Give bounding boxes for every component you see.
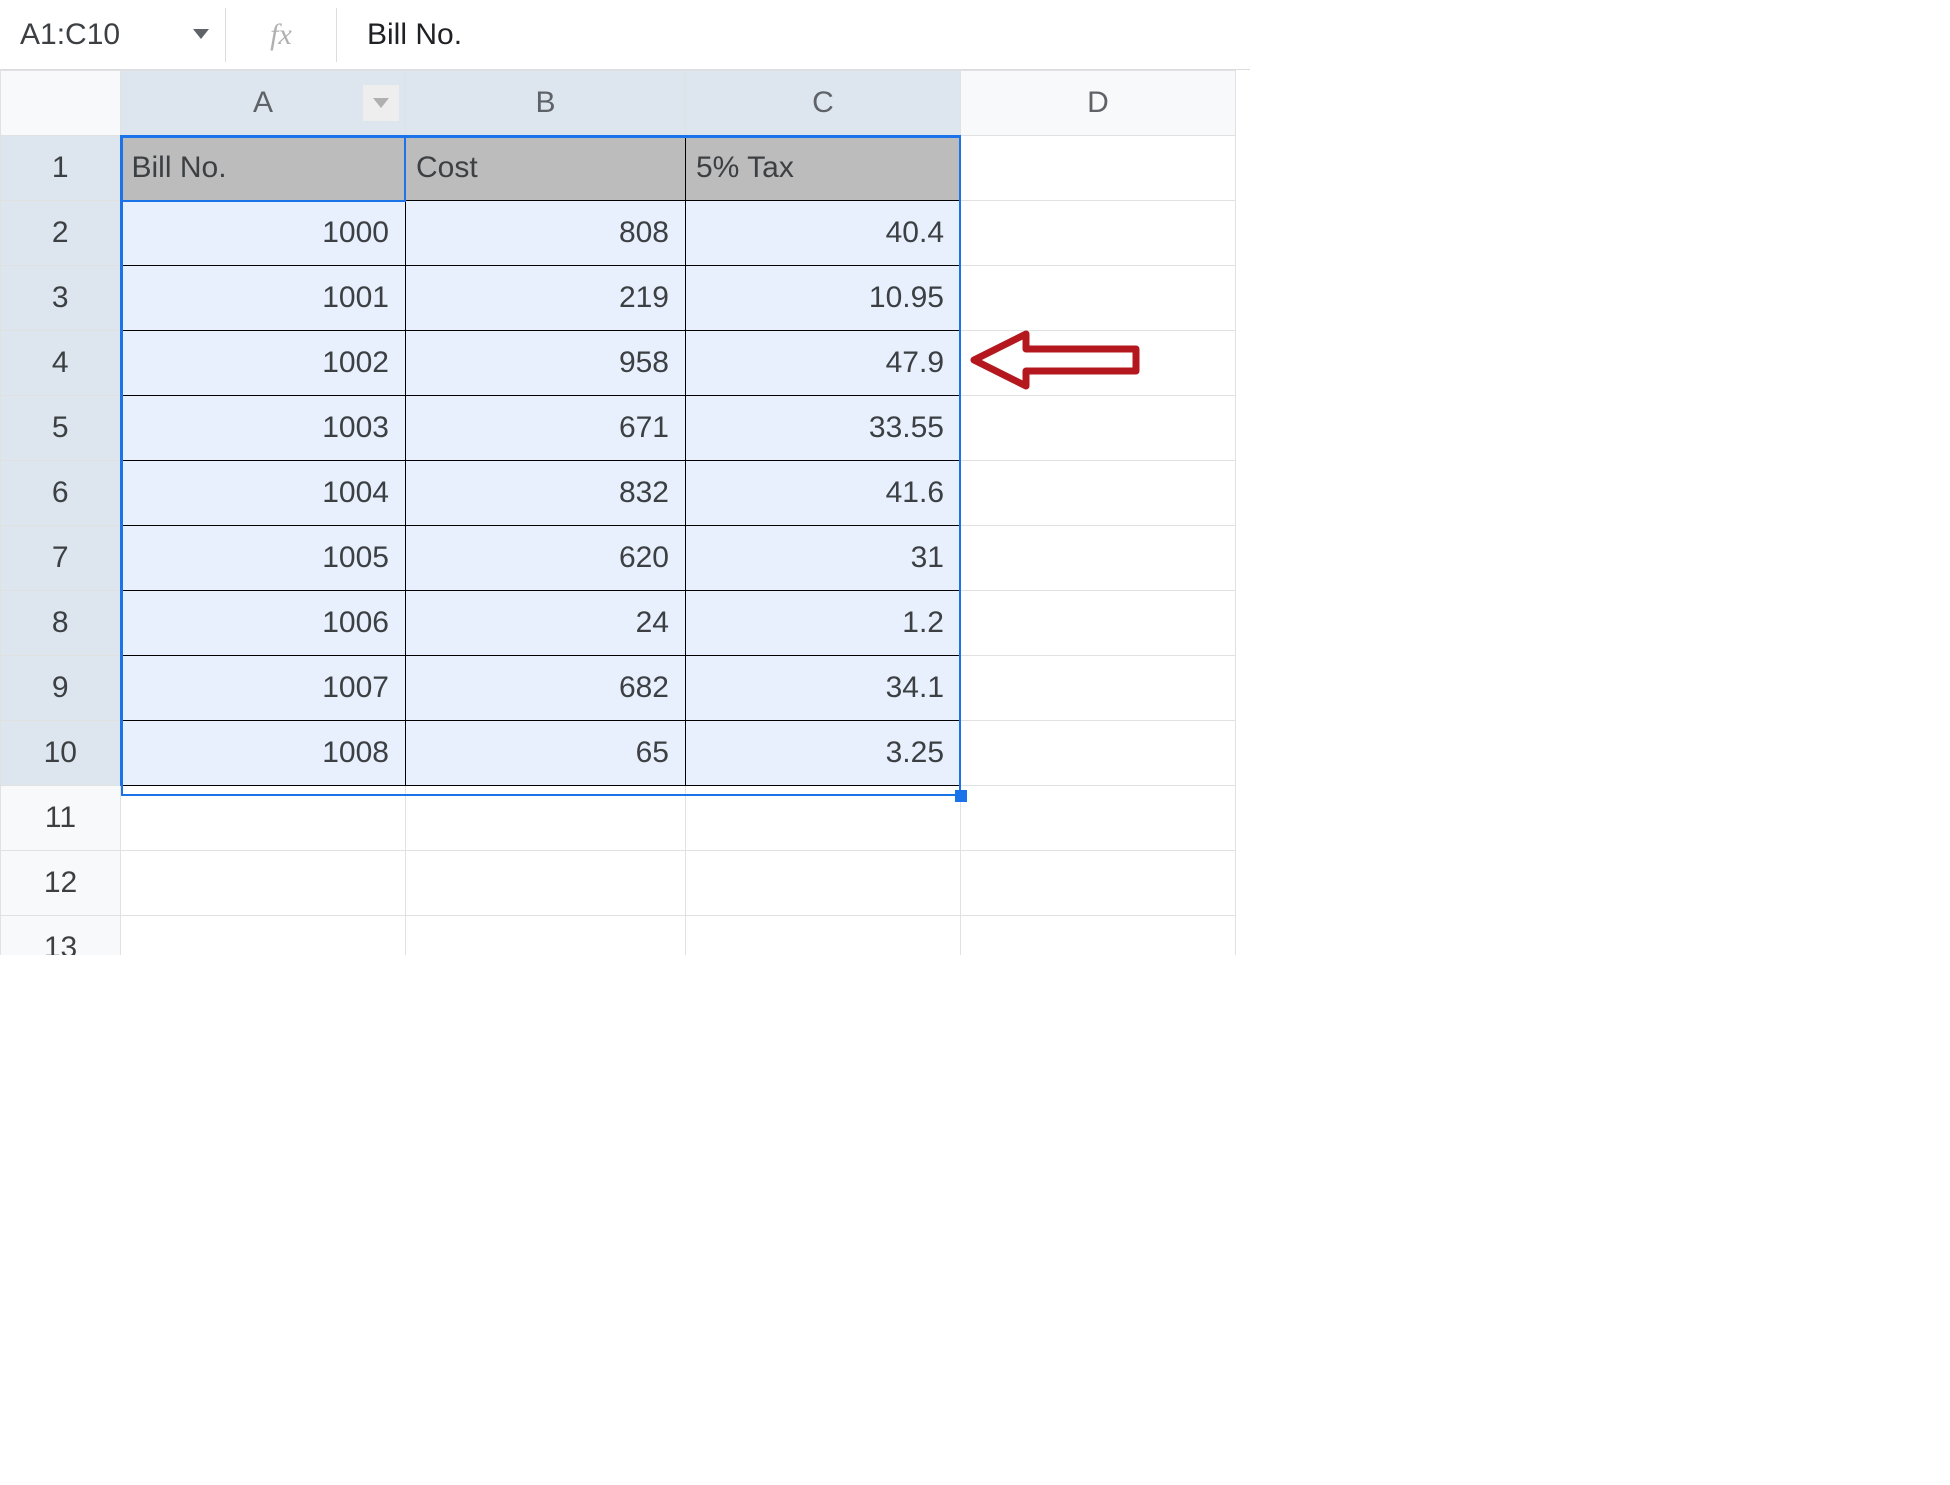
cell-D8[interactable]	[961, 591, 1236, 656]
cell-B13[interactable]	[406, 916, 686, 956]
cell-A9[interactable]: 1007	[121, 656, 406, 721]
filter-icon[interactable]	[363, 85, 399, 121]
row-header-12[interactable]: 12	[1, 851, 121, 916]
col-header-A[interactable]: A	[121, 71, 406, 136]
formula-input[interactable]: Bill No.	[337, 0, 1250, 69]
formula-bar: fx Bill No.	[0, 0, 1250, 70]
row-header-5[interactable]: 5	[1, 396, 121, 461]
row-header-9[interactable]: 9	[1, 656, 121, 721]
cell-A10[interactable]: 1008	[121, 721, 406, 786]
fx-icon: fx	[226, 18, 336, 52]
name-box[interactable]	[0, 0, 225, 69]
cell-D5[interactable]	[961, 396, 1236, 461]
cell-D9[interactable]	[961, 656, 1236, 721]
cell-B9[interactable]: 682	[406, 656, 686, 721]
cell-C6[interactable]: 41.6	[686, 461, 961, 526]
cell-D13[interactable]	[961, 916, 1236, 956]
cell-D2[interactable]	[961, 201, 1236, 266]
col-header-C[interactable]: C	[686, 71, 961, 136]
cell-D10[interactable]	[961, 721, 1236, 786]
row-header-11[interactable]: 11	[1, 786, 121, 851]
cell-B3[interactable]: 219	[406, 266, 686, 331]
cell-A8[interactable]: 1006	[121, 591, 406, 656]
cell-B2[interactable]: 808	[406, 201, 686, 266]
row-header-4[interactable]: 4	[1, 331, 121, 396]
cell-B4[interactable]: 958	[406, 331, 686, 396]
cell-C3[interactable]: 10.95	[686, 266, 961, 331]
cell-D1[interactable]	[961, 136, 1236, 201]
cell-A1[interactable]: Bill No.	[121, 136, 406, 201]
cell-C11[interactable]	[686, 786, 961, 851]
row-header-2[interactable]: 2	[1, 201, 121, 266]
row-header-8[interactable]: 8	[1, 591, 121, 656]
cell-A6[interactable]: 1004	[121, 461, 406, 526]
cell-C2[interactable]: 40.4	[686, 201, 961, 266]
formula-text: Bill No.	[367, 18, 462, 52]
row-header-3[interactable]: 3	[1, 266, 121, 331]
spreadsheet-grid[interactable]: A B C D 1 Bill No. Cost 5% Tax 2	[0, 70, 1250, 955]
row-header-13[interactable]: 13	[1, 916, 121, 956]
cell-A4[interactable]: 1002	[121, 331, 406, 396]
col-header-label: B	[535, 86, 555, 119]
row-header-7[interactable]: 7	[1, 526, 121, 591]
cell-B6[interactable]: 832	[406, 461, 686, 526]
cell-C12[interactable]	[686, 851, 961, 916]
cell-D3[interactable]	[961, 266, 1236, 331]
cell-A12[interactable]	[121, 851, 406, 916]
cell-C7[interactable]: 31	[686, 526, 961, 591]
row-header-1[interactable]: 1	[1, 136, 121, 201]
cell-C8[interactable]: 1.2	[686, 591, 961, 656]
cell-C5[interactable]: 33.55	[686, 396, 961, 461]
col-header-label: A	[253, 86, 273, 119]
cell-C10[interactable]: 3.25	[686, 721, 961, 786]
row-header-10[interactable]: 10	[1, 721, 121, 786]
col-header-B[interactable]: B	[406, 71, 686, 136]
col-header-label: C	[812, 86, 834, 119]
cell-A7[interactable]: 1005	[121, 526, 406, 591]
cell-A2[interactable]: 1000	[121, 201, 406, 266]
select-all-corner[interactable]	[1, 71, 121, 136]
cell-D11[interactable]	[961, 786, 1236, 851]
cell-B10[interactable]: 65	[406, 721, 686, 786]
cell-D12[interactable]	[961, 851, 1236, 916]
row-header-6[interactable]: 6	[1, 461, 121, 526]
cell-D7[interactable]	[961, 526, 1236, 591]
cell-A11[interactable]	[121, 786, 406, 851]
cell-A3[interactable]: 1001	[121, 266, 406, 331]
cell-B7[interactable]: 620	[406, 526, 686, 591]
cell-B1[interactable]: Cost	[406, 136, 686, 201]
cell-C1[interactable]: 5% Tax	[686, 136, 961, 201]
cell-C13[interactable]	[686, 916, 961, 956]
cell-B11[interactable]	[406, 786, 686, 851]
cell-A5[interactable]: 1003	[121, 396, 406, 461]
name-box-input[interactable]	[18, 17, 168, 53]
cell-B5[interactable]: 671	[406, 396, 686, 461]
cell-D4[interactable]	[961, 331, 1236, 396]
col-header-label: D	[1087, 86, 1109, 119]
cell-A13[interactable]	[121, 916, 406, 956]
cell-B8[interactable]: 24	[406, 591, 686, 656]
cell-C9[interactable]: 34.1	[686, 656, 961, 721]
cell-D6[interactable]	[961, 461, 1236, 526]
cell-C4[interactable]: 47.9	[686, 331, 961, 396]
col-header-D[interactable]: D	[961, 71, 1236, 136]
cell-B12[interactable]	[406, 851, 686, 916]
name-box-dropdown-icon[interactable]	[193, 28, 209, 42]
